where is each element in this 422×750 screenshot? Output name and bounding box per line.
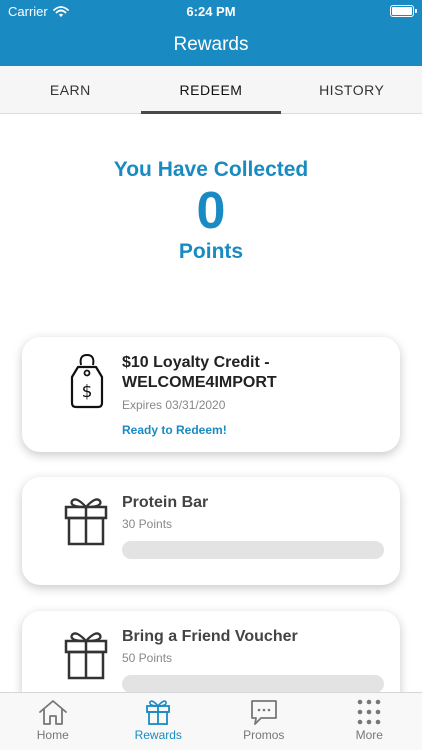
reward-cost: 50 Points (122, 651, 173, 665)
reward-title: Protein Bar (122, 494, 209, 511)
nav-more[interactable]: More (317, 693, 422, 750)
chat-bubble-icon (250, 700, 277, 725)
points-unit-label: Points (178, 240, 244, 263)
reward-progress-bar (122, 675, 384, 693)
status-bar: Carrier 6:24 PM (0, 0, 422, 22)
reward-cost: 30 Points (122, 517, 173, 531)
gift-icon (146, 700, 171, 725)
gift-icon (64, 498, 108, 546)
points-summary: You Have Collected 0 Points (0, 158, 422, 264)
reward-title: Bring a Friend Voucher (122, 628, 298, 645)
points-summary-title: You Have Collected (113, 158, 309, 181)
page-title: Rewards (173, 34, 249, 55)
nav-rewards[interactable]: Rewards (106, 693, 212, 750)
nav-home[interactable]: Home (0, 693, 106, 750)
tab-history[interactable]: HISTORY (281, 66, 422, 113)
rewards-tabs: EARN REDEEM HISTORY (0, 66, 422, 114)
bottom-tab-bar: Home Rewards Promos More (0, 692, 422, 750)
points-count: 0 (196, 182, 226, 240)
reward-status[interactable]: Ready to Redeem! (122, 423, 227, 437)
nav-rewards-label: Rewards (134, 728, 182, 742)
tab-redeem[interactable]: REDEEM (140, 66, 282, 114)
status-time: 6:24 PM (186, 4, 236, 19)
nav-promos[interactable]: Promos (211, 693, 317, 750)
price-tag-icon: $ (70, 353, 104, 409)
svg-text:$: $ (82, 382, 93, 402)
nav-home-label: Home (36, 728, 69, 742)
battery-icon (390, 5, 417, 17)
reward-card-loyalty-credit[interactable]: $ $10 Loyalty Credit - WELCOME4IMPORT Ex… (22, 337, 400, 452)
nav-promos-label: Promos (243, 728, 285, 742)
reward-progress-bar (122, 541, 384, 559)
home-icon (38, 700, 67, 725)
app-header: Carrier 6:24 PM Rewards (0, 0, 422, 66)
reward-title: $10 Loyalty Credit - WELCOME4IMPORT (122, 354, 277, 391)
reward-card-protein-bar[interactable]: Protein Bar 30 Points (22, 477, 400, 585)
nav-more-label: More (355, 728, 383, 742)
gift-icon (64, 632, 108, 680)
tab-earn[interactable]: EARN (0, 66, 141, 113)
grid-dots-icon (357, 699, 381, 725)
reward-expiry: Expires 03/31/2020 (122, 398, 226, 412)
